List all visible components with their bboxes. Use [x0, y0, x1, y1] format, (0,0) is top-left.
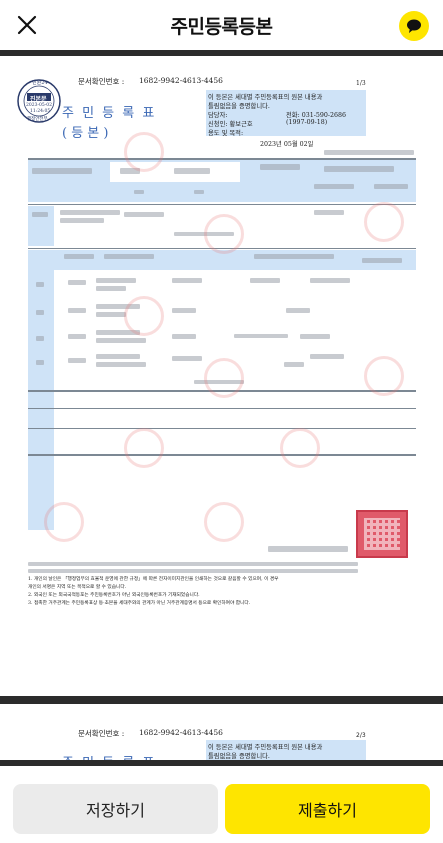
document-subtitle: ( 등 본 ) [62, 126, 109, 141]
authenticity-stamp: 민원24 진본문 2023-05-02 11:24:05 행정안전부 [16, 78, 62, 124]
serial-number: 1682-9942-4613-4456 [139, 76, 223, 85]
footer-note-3: 2. 외국인 또는 외국국적동포는 주민등록번호가 아닌 외국인등록번호가 기재… [28, 593, 200, 598]
page-indicator: 1/3 [356, 80, 366, 87]
stamp-top-text: 민원24 [32, 80, 48, 86]
page2-serial-number: 1682-9942-4613-4456 [139, 728, 223, 737]
applicant-label: 신청인: 황보근호 [208, 121, 253, 128]
stamp-date-text: 2023-05-02 [26, 103, 52, 108]
official-seal [356, 510, 408, 558]
serial-label: 문서확인번호 : [78, 77, 125, 86]
bottom-divider [0, 760, 443, 766]
submit-button[interactable]: 제출하기 [225, 784, 430, 834]
applicant-date: (1997-09-18) [286, 119, 328, 126]
contact-label: 담당자: [208, 112, 228, 119]
footer-note-1: 1. 개인의 날인은 「행정업무의 효율적 운영에 관한 규정」에 따른 전자이… [28, 577, 279, 582]
page2-notice-line-1: 이 등본은 세대별 주민등록표의 원본 내용과 [208, 744, 323, 751]
app-header: 주민등록등본 [0, 0, 443, 52]
notice-line-2: 틀림없음을 증명합니다. [208, 103, 270, 110]
page-title: 주민등록등본 [170, 16, 273, 38]
document-viewer[interactable]: 민원24 진본문 2023-05-02 11:24:05 행정안전부 문서확인번… [0, 56, 443, 696]
page2-notice-line-2: 틀림없음을 증명합니다. [208, 753, 270, 760]
document-page-2: 문서확인번호 : 1682-9942-4613-4456 2/3 이 등본은 세… [0, 704, 443, 762]
purpose-label: 용도 및 목적: [208, 130, 244, 137]
footer-note-4: 3. 접촉한 거주관계는 주민등록표상 등·초본을 세대주와의 관계가 아닌 거… [28, 601, 251, 606]
document-title: 주 민 등 록 표 [62, 106, 157, 121]
contact-phone: 전화: 031-590-2686 [286, 112, 347, 119]
stamp-bottom-text: 행정안전부 [27, 117, 48, 122]
notice-line-1: 이 등본은 세대별 주민등록표의 원본 내용과 [208, 94, 323, 101]
stamp-time-text: 11:24:05 [30, 109, 51, 114]
issue-date: 2023년 05월 02일 [260, 141, 314, 148]
save-button[interactable]: 저장하기 [13, 784, 218, 834]
stamp-mid-text: 진본문 [30, 95, 47, 103]
page2-serial-label: 문서확인번호 : [78, 729, 125, 738]
footer-note-2: 개인의 서명은 지역 또는 목적으로 할 수 있습니다. [28, 585, 127, 590]
chat-bubble-icon[interactable] [399, 11, 429, 41]
page2-indicator: 2/3 [356, 732, 366, 739]
document-page-1: 민원24 진본문 2023-05-02 11:24:05 행정안전부 문서확인번… [17, 72, 418, 632]
